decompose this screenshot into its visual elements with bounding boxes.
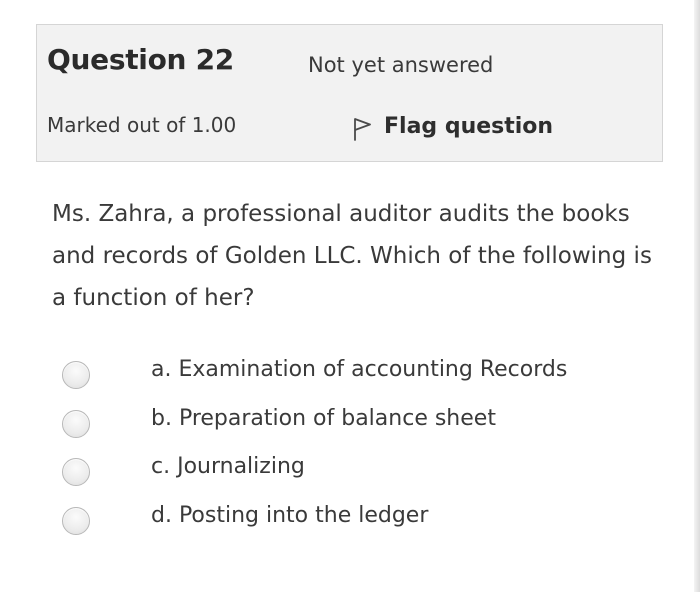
question-state: Not yet answered xyxy=(308,53,494,77)
answer-option-a[interactable]: a. Examination of accounting Records xyxy=(62,354,622,403)
answer-label[interactable]: d. Posting into the ledger xyxy=(151,503,428,528)
question-text: Ms. Zahra, a professional auditor audits… xyxy=(52,201,652,311)
page-edge-shadow xyxy=(694,0,700,592)
flag-question-label: Flag question xyxy=(384,113,554,139)
radio-button[interactable] xyxy=(62,506,90,535)
answer-label[interactable]: a. Examination of accounting Records xyxy=(151,357,567,382)
radio-button[interactable] xyxy=(62,409,90,438)
answer-option-c[interactable]: c. Journalizing xyxy=(62,451,622,500)
question-grade: Marked out of 1.00 xyxy=(47,113,237,137)
radio-button[interactable] xyxy=(62,458,90,486)
question-number: Question 22 xyxy=(47,43,234,76)
answer-label[interactable]: c. Journalizing xyxy=(151,454,305,479)
answer-label[interactable]: b. Preparation of balance sheet xyxy=(151,406,496,431)
answer-option-b[interactable]: b. Preparation of balance sheet xyxy=(62,403,622,452)
answer-option-d[interactable]: d. Posting into the ledger xyxy=(62,500,622,549)
flag-icon xyxy=(352,117,372,141)
radio-button[interactable] xyxy=(62,361,90,389)
answer-list: a. Examination of accounting Records b. … xyxy=(62,354,622,548)
question-info-box: Question 22 Not yet answered Marked out … xyxy=(36,24,663,162)
flag-question-button[interactable]: Flag question xyxy=(352,111,553,141)
